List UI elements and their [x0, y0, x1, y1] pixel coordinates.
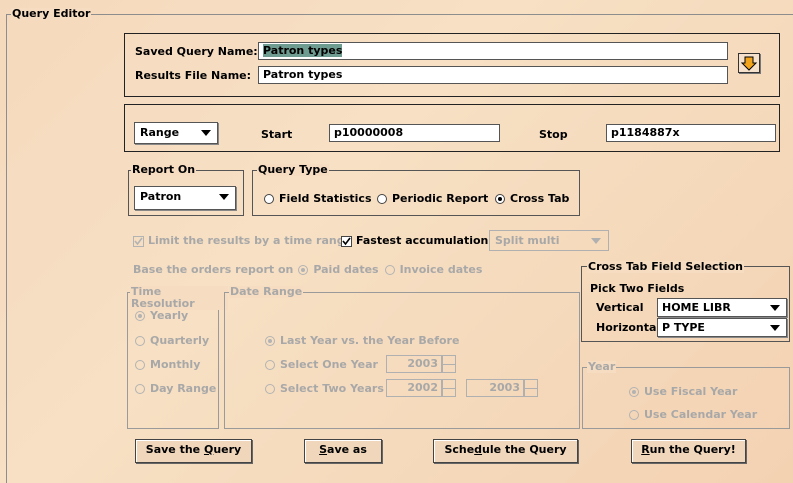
one-year-spinner[interactable] — [442, 355, 456, 373]
radio-monthly[interactable]: Monthly — [135, 358, 200, 372]
chevron-down-icon — [591, 238, 601, 244]
chevron-down-icon — [219, 194, 229, 200]
saved-query-label: Saved Query Name: — [135, 45, 258, 58]
schedule-query-button[interactable]: Schedule the Query — [433, 439, 578, 463]
radio-select-two-years[interactable]: Select Two Years — [265, 382, 384, 396]
date-range-title: Date Range — [229, 285, 304, 298]
year-title: Year — [587, 360, 617, 373]
checkbox-icon — [133, 235, 144, 247]
range-select[interactable]: Range — [134, 122, 218, 144]
chevron-down-icon — [770, 305, 780, 311]
radio-last-year[interactable]: Last Year vs. the Year Before — [265, 334, 459, 348]
radio-icon — [629, 387, 639, 397]
vertical-label: Vertical — [596, 301, 644, 314]
checkbox-icon — [341, 235, 352, 247]
query-editor-title: Query Editor — [11, 7, 92, 20]
two-years-from-input[interactable]: 2002 — [386, 379, 442, 397]
save-query-button[interactable]: Save the Query — [135, 439, 252, 463]
vertical-select[interactable]: HOME LIBR — [657, 298, 787, 317]
pick-two-fields-label: Pick Two Fields — [590, 282, 685, 295]
results-file-label: Results File Name: — [135, 69, 252, 82]
radio-fiscal-year[interactable]: Use Fiscal Year — [629, 385, 737, 399]
radio-yearly[interactable]: Yearly — [135, 309, 188, 323]
stop-input[interactable]: p1184887x — [606, 124, 776, 142]
radio-icon — [264, 194, 274, 204]
radio-icon — [629, 410, 639, 420]
time-resolution-title: Time Resolutior — [130, 286, 228, 310]
download-arrow-icon — [740, 56, 758, 71]
radio-icon — [135, 336, 145, 346]
report-on-title: Report On — [131, 163, 197, 176]
chevron-down-icon — [201, 130, 211, 136]
saved-query-input[interactable]: Patron types — [258, 42, 728, 60]
two-years-to-spinner[interactable] — [524, 379, 538, 397]
chevron-down-icon — [770, 325, 780, 331]
fastest-accumulation-checkbox[interactable]: Fastest accumulation — [341, 234, 488, 248]
radio-select-one-year[interactable]: Select One Year — [265, 358, 378, 372]
radio-icon — [265, 360, 275, 370]
radio-cross-tab[interactable]: Cross Tab — [495, 192, 569, 206]
radio-calendar-year[interactable]: Use Calendar Year — [629, 408, 757, 422]
limit-results-checkbox[interactable]: Limit the results by a time range — [133, 234, 352, 248]
cross-tab-title: Cross Tab Field Selection — [587, 260, 744, 273]
radio-icon — [135, 360, 145, 370]
radio-day-range[interactable]: Day Range — [135, 382, 216, 396]
query-type-title: Query Type — [257, 163, 329, 176]
two-years-from-spinner[interactable] — [442, 379, 456, 397]
save-as-button[interactable]: Save as — [304, 439, 382, 463]
radio-icon — [495, 194, 505, 204]
one-year-input[interactable]: 2003 — [386, 355, 442, 373]
results-file-input[interactable]: Patron types — [258, 66, 728, 84]
radio-field-statistics[interactable]: Field Statistics — [264, 192, 372, 206]
horizontal-select[interactable]: P TYPE — [657, 318, 787, 337]
radio-icon[interactable] — [298, 265, 309, 275]
radio-icon — [377, 194, 387, 204]
horizontal-label: Horizontal — [596, 321, 661, 334]
split-multi-select[interactable]: Split multi — [489, 230, 609, 251]
download-button[interactable] — [738, 53, 760, 73]
start-input[interactable]: p10000008 — [329, 124, 500, 142]
radio-icon[interactable] — [384, 265, 395, 275]
radio-icon — [265, 384, 275, 394]
radio-icon — [135, 311, 145, 321]
report-on-select[interactable]: Patron — [134, 186, 236, 210]
radio-icon — [265, 336, 275, 346]
radio-icon — [135, 384, 145, 394]
run-query-button[interactable]: Run the Query! — [631, 439, 746, 463]
start-label: Start — [261, 128, 293, 141]
radio-quarterly[interactable]: Quarterly — [135, 334, 209, 348]
orders-report-row: Base the orders report on Paid dates Inv… — [133, 263, 483, 276]
stop-label: Stop — [539, 128, 568, 141]
two-years-to-input[interactable]: 2003 — [466, 379, 524, 397]
radio-periodic-report[interactable]: Periodic Report — [377, 192, 488, 206]
